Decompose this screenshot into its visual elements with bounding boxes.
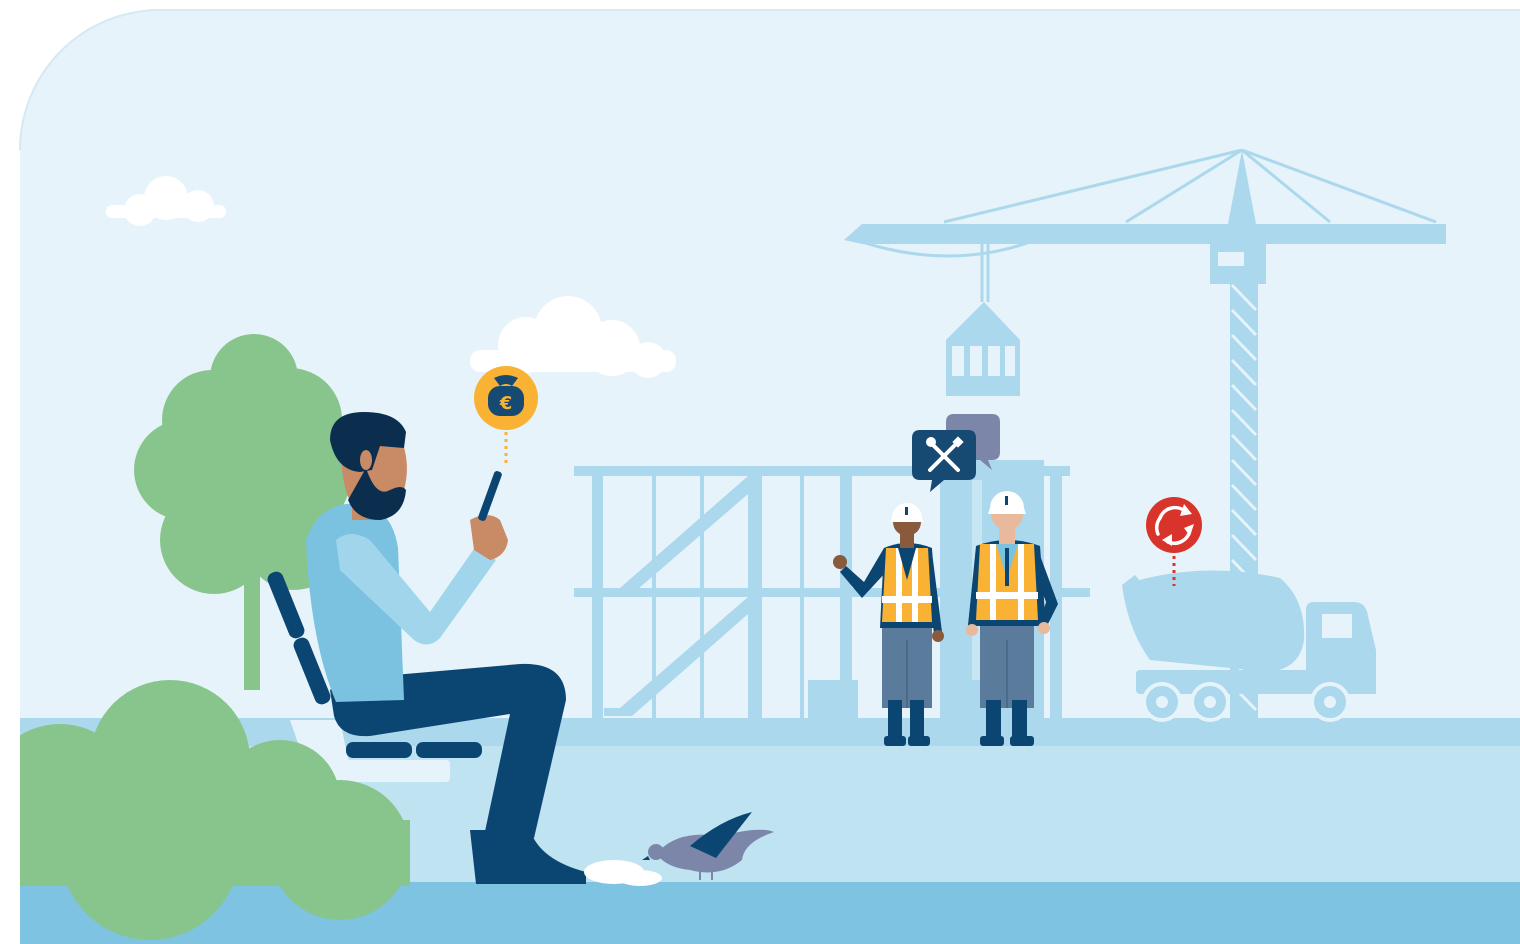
euro-money-bag-icon: € — [499, 393, 513, 414]
construction-scene-illustration: € — [0, 0, 1520, 944]
illustration-canvas: € — [19, 9, 1520, 944]
